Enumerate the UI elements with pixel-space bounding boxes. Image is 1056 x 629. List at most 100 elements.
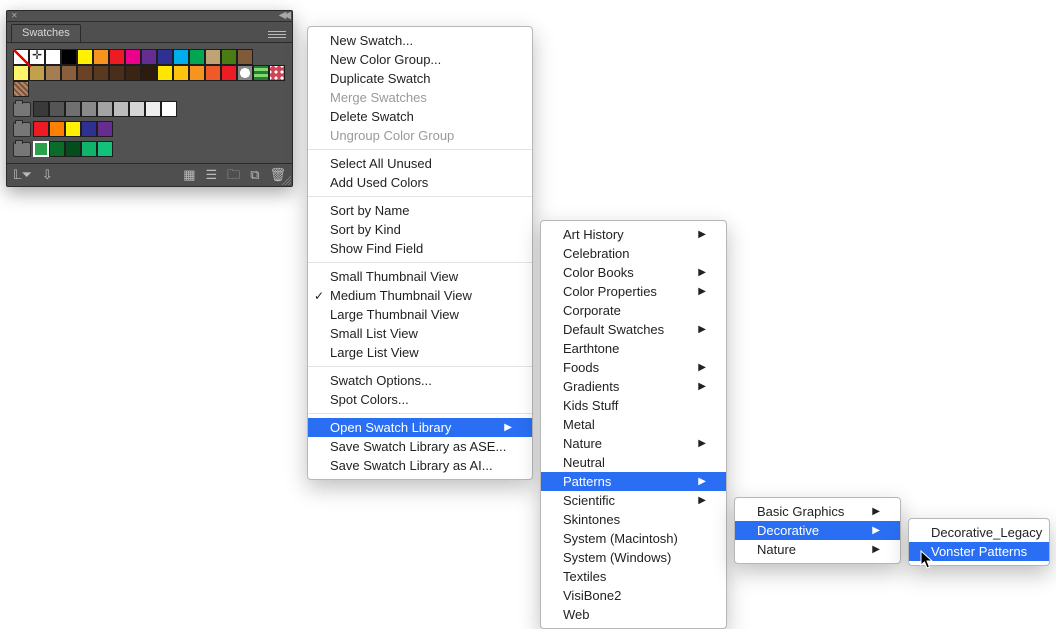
swatch[interactable]: [65, 141, 81, 157]
swatch[interactable]: [33, 121, 49, 137]
thumb-view-icon[interactable]: ▦: [183, 168, 195, 182]
link-icon[interactable]: ⇩: [42, 168, 53, 182]
swatch[interactable]: [269, 65, 285, 81]
menu-item[interactable]: Art History▶: [541, 225, 726, 244]
menu-item[interactable]: Add Used Colors: [308, 173, 532, 192]
swatch[interactable]: [49, 101, 65, 117]
swatch[interactable]: [109, 65, 125, 81]
swatch[interactable]: [77, 49, 93, 65]
swatch[interactable]: [189, 65, 205, 81]
menu-item[interactable]: Foods▶: [541, 358, 726, 377]
swatch[interactable]: [145, 101, 161, 117]
menu-item[interactable]: Earthtone: [541, 339, 726, 358]
swatch[interactable]: [61, 65, 77, 81]
menu-item[interactable]: Kids Stuff: [541, 396, 726, 415]
swatch[interactable]: [81, 141, 97, 157]
menu-item[interactable]: ✓Medium Thumbnail View: [308, 286, 532, 305]
menu-item[interactable]: Decorative_Legacy: [909, 523, 1049, 542]
menu-item[interactable]: Select All Unused: [308, 154, 532, 173]
swatch[interactable]: [173, 49, 189, 65]
menu-item[interactable]: Sort by Name: [308, 201, 532, 220]
swatch-group-grays[interactable]: [13, 101, 286, 117]
swatch[interactable]: [125, 49, 141, 65]
swatch[interactable]: [173, 65, 189, 81]
swatch[interactable]: [29, 49, 45, 65]
menu-item[interactable]: Corporate: [541, 301, 726, 320]
swatch[interactable]: [33, 101, 49, 117]
menu-item[interactable]: Color Properties▶: [541, 282, 726, 301]
menu-item[interactable]: Scientific▶: [541, 491, 726, 510]
swatch[interactable]: [141, 65, 157, 81]
swatch[interactable]: [157, 49, 173, 65]
menu-item[interactable]: Save Swatch Library as ASE...: [308, 437, 532, 456]
swatch[interactable]: [81, 121, 97, 137]
menu-item[interactable]: VisiBone2: [541, 586, 726, 605]
menu-item[interactable]: Color Books▶: [541, 263, 726, 282]
swatch[interactable]: [237, 49, 253, 65]
menu-item[interactable]: Nature▶: [541, 434, 726, 453]
swatch[interactable]: [205, 65, 221, 81]
menu-item[interactable]: New Color Group...: [308, 50, 532, 69]
swatch[interactable]: [65, 121, 81, 137]
swatch-group-colors-1[interactable]: [13, 121, 286, 137]
swatch[interactable]: [205, 49, 221, 65]
swatch[interactable]: [97, 121, 113, 137]
swatch[interactable]: [189, 49, 205, 65]
menu-item[interactable]: Delete Swatch: [308, 107, 532, 126]
menu-item[interactable]: Basic Graphics▶: [735, 502, 900, 521]
swatch[interactable]: [221, 49, 237, 65]
resize-handle[interactable]: [281, 175, 291, 185]
close-icon[interactable]: ✕: [11, 12, 18, 20]
menu-item[interactable]: Small Thumbnail View: [308, 267, 532, 286]
swatch[interactable]: [13, 49, 29, 65]
menu-item[interactable]: Neutral: [541, 453, 726, 472]
menu-item[interactable]: Large List View: [308, 343, 532, 362]
swatch[interactable]: [61, 49, 77, 65]
menu-item[interactable]: Large Thumbnail View: [308, 305, 532, 324]
swatch[interactable]: [93, 65, 109, 81]
swatches-tab[interactable]: Swatches: [11, 24, 81, 42]
list-view-icon[interactable]: ☰: [206, 168, 218, 182]
menu-item[interactable]: System (Windows): [541, 548, 726, 567]
swatch[interactable]: [33, 141, 49, 157]
menu-item[interactable]: Web: [541, 605, 726, 624]
menu-item[interactable]: Skintones: [541, 510, 726, 529]
menu-item[interactable]: New Swatch...: [308, 31, 532, 50]
menu-item[interactable]: Save Swatch Library as AI...: [308, 456, 532, 475]
swatch[interactable]: [157, 65, 173, 81]
menu-item[interactable]: Decorative▶: [735, 521, 900, 540]
menu-item[interactable]: Metal: [541, 415, 726, 434]
menu-item[interactable]: System (Macintosh): [541, 529, 726, 548]
swatch[interactable]: [221, 65, 237, 81]
menu-item[interactable]: Patterns▶: [541, 472, 726, 491]
swatch-group-colors-2[interactable]: [13, 141, 286, 157]
swatch[interactable]: [45, 49, 61, 65]
menu-item[interactable]: Show Find Field: [308, 239, 532, 258]
swatch[interactable]: [237, 65, 253, 81]
swatch[interactable]: [81, 101, 97, 117]
menu-item[interactable]: Default Swatches▶: [541, 320, 726, 339]
collapse-icon[interactable]: ◀◀: [279, 12, 288, 20]
new-swatch-icon[interactable]: ⧉: [250, 168, 259, 182]
swatch[interactable]: [97, 101, 113, 117]
swatch[interactable]: [125, 65, 141, 81]
swatch[interactable]: [29, 65, 45, 81]
menu-item[interactable]: Sort by Kind: [308, 220, 532, 239]
new-folder-icon[interactable]: 🗀: [227, 168, 240, 182]
swatch[interactable]: [93, 49, 109, 65]
menu-item[interactable]: Gradients▶: [541, 377, 726, 396]
menu-item[interactable]: Small List View: [308, 324, 532, 343]
menu-item[interactable]: Duplicate Swatch: [308, 69, 532, 88]
swatch[interactable]: [141, 49, 157, 65]
swatch[interactable]: [109, 49, 125, 65]
library-icon[interactable]: 𝕃⏷: [13, 168, 32, 182]
swatch[interactable]: [65, 101, 81, 117]
menu-item[interactable]: Open Swatch Library▶: [308, 418, 532, 437]
swatch[interactable]: [45, 65, 61, 81]
swatch[interactable]: [253, 65, 269, 81]
swatch[interactable]: [129, 101, 145, 117]
swatch[interactable]: [49, 141, 65, 157]
swatch[interactable]: [13, 81, 29, 97]
menu-item[interactable]: Spot Colors...: [308, 390, 532, 409]
panel-menu-button[interactable]: [268, 26, 288, 42]
